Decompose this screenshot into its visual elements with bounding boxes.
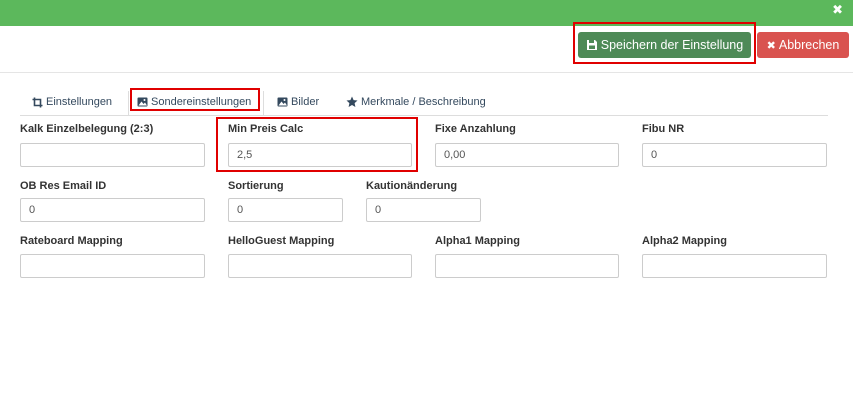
star-icon xyxy=(346,96,358,107)
tab-bilder[interactable]: Bilder xyxy=(277,89,319,115)
fixe-anzahlung-input[interactable] xyxy=(435,143,619,167)
tab-label: Sondereinstellungen xyxy=(151,96,252,108)
alpha1-mapping-input[interactable] xyxy=(435,254,619,278)
kalk-einzelbelegung-input[interactable] xyxy=(20,143,205,167)
fibu-nr-label: Fibu NR xyxy=(642,123,685,135)
kautionaenderung-input[interactable] xyxy=(366,198,481,222)
floppy-disk-icon xyxy=(586,40,597,50)
tab-label: Merkmale / Beschreibung xyxy=(361,96,486,108)
rateboard-mapping-input[interactable] xyxy=(20,254,205,278)
save-button-label: Speichern der Einstellung xyxy=(600,38,744,52)
crop-icon xyxy=(32,97,43,107)
helloguest-mapping-label: HelloGuest Mapping xyxy=(228,235,335,247)
rateboard-mapping-label: Rateboard Mapping xyxy=(20,235,123,247)
tab-divider xyxy=(263,91,264,115)
sortierung-label: Sortierung xyxy=(228,180,284,192)
tab-bar: Einstellungen Sondereinstellungen Bilder… xyxy=(20,89,828,116)
kautionaenderung-label: Kautionänderung xyxy=(366,180,458,192)
action-toolbar: Speichern der Einstellung ✖ Abbrechen xyxy=(0,26,853,73)
min-preis-calc-label: Min Preis Calc xyxy=(228,123,304,135)
fixe-anzahlung-label: Fixe Anzahlung xyxy=(435,123,516,135)
alpha1-mapping-label: Alpha1 Mapping xyxy=(435,235,520,247)
min-preis-calc-input[interactable] xyxy=(228,143,412,167)
sortierung-input[interactable] xyxy=(228,198,343,222)
alpha2-mapping-input[interactable] xyxy=(642,254,827,278)
close-icon[interactable]: ✖ xyxy=(832,3,843,17)
tab-einstellungen[interactable]: Einstellungen xyxy=(32,89,112,115)
tab-label: Bilder xyxy=(291,96,320,108)
ob-res-email-id-label: OB Res Email ID xyxy=(20,180,107,192)
ob-res-email-id-input[interactable] xyxy=(20,198,205,222)
helloguest-mapping-input[interactable] xyxy=(228,254,412,278)
cancel-button[interactable]: ✖ Abbrechen xyxy=(757,32,849,58)
kalk-einzelbelegung-label: Kalk Einzelbelegung (2:3) xyxy=(20,123,154,135)
tab-label: Einstellungen xyxy=(46,96,113,108)
alpha2-mapping-label: Alpha2 Mapping xyxy=(642,235,727,247)
tab-sondereinstellungen[interactable]: Sondereinstellungen xyxy=(137,89,251,115)
image-icon xyxy=(137,97,148,107)
tab-divider xyxy=(128,91,129,115)
times-icon: ✖ xyxy=(766,39,776,52)
fibu-nr-input[interactable] xyxy=(642,143,827,167)
image-icon xyxy=(277,97,288,107)
cancel-button-label: Abbrechen xyxy=(778,38,840,52)
tab-merkmale-beschreibung[interactable]: Merkmale / Beschreibung xyxy=(346,89,486,115)
top-header-bar: ✖ xyxy=(0,0,853,26)
save-button[interactable]: Speichern der Einstellung xyxy=(578,32,751,58)
